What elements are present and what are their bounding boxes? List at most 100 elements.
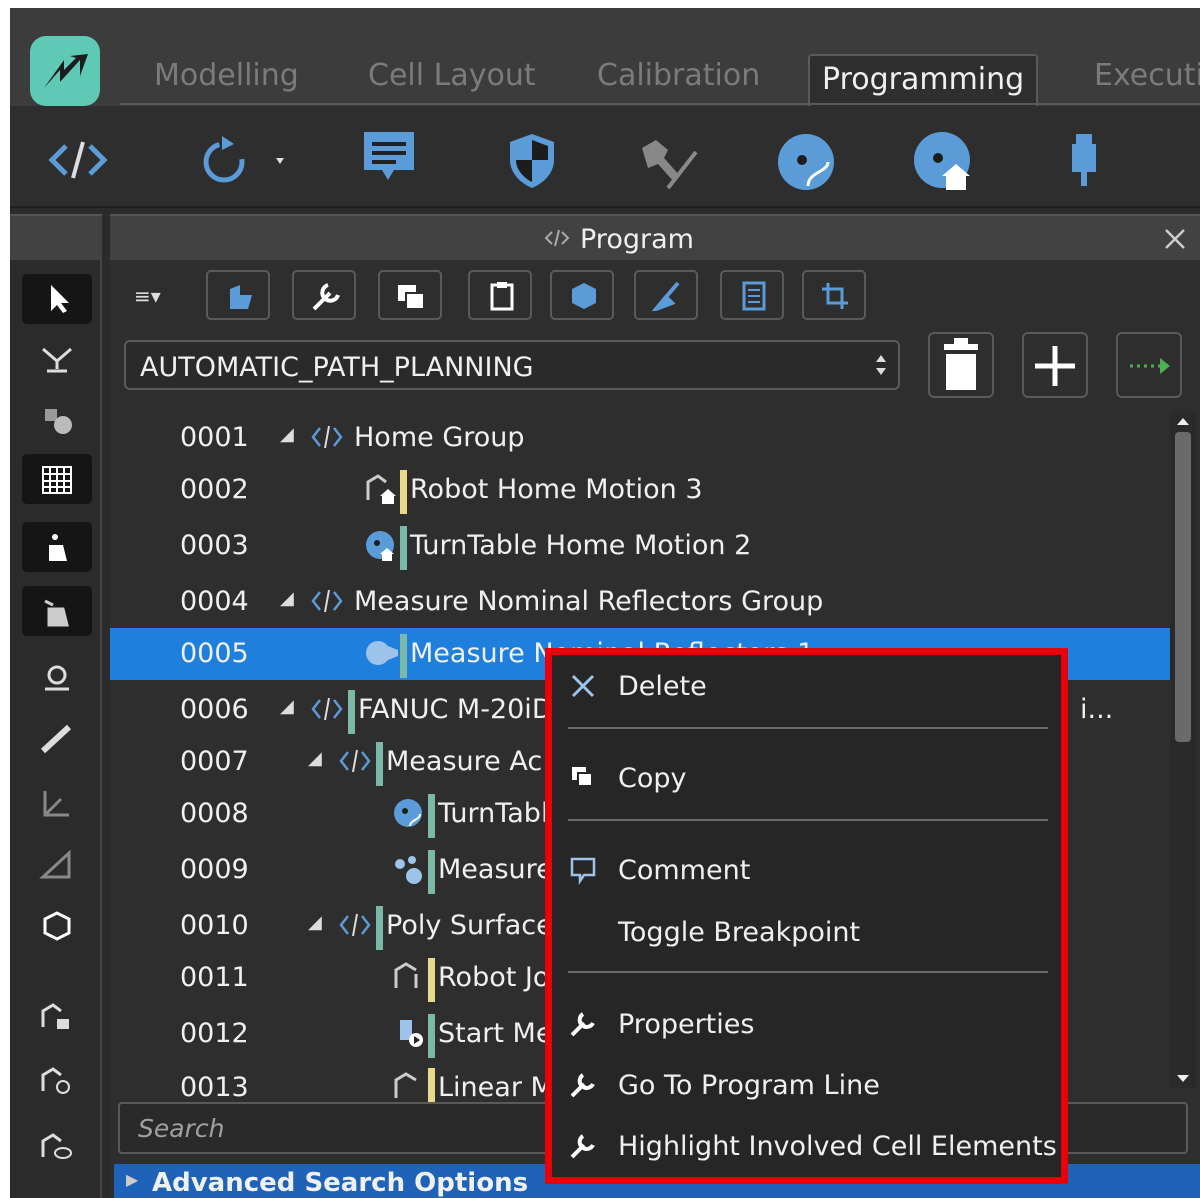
tab-cell-layout[interactable]: Cell Layout: [368, 58, 536, 93]
angle-icon: [39, 849, 71, 879]
group-code-icon: [310, 584, 344, 618]
delete-program-button[interactable]: [928, 332, 994, 398]
home-turntable-icon[interactable]: [912, 128, 976, 192]
menu-dropdown[interactable]: ≡▾: [134, 284, 161, 308]
crop-icon: [822, 283, 848, 309]
program-line[interactable]: 0002 Robot Home Motion 3: [110, 464, 1170, 516]
angle-tool[interactable]: [22, 840, 92, 890]
cube-tool[interactable]: [22, 902, 92, 952]
touch-tool[interactable]: [22, 522, 92, 572]
select-icon: [51, 285, 69, 313]
program-select-value: AUTOMATIC_PATH_PLANNING: [140, 352, 534, 383]
ruler-tool[interactable]: [22, 714, 92, 764]
menu-highlight-involved[interactable]: Highlight Involved Cell Elements: [552, 1121, 1061, 1171]
measure-dots-icon: [392, 852, 426, 886]
line-number: 0002: [180, 474, 249, 505]
axes-icon: [43, 791, 69, 817]
scroll-down-icon[interactable]: [1176, 1074, 1190, 1084]
type-color-bar: [400, 470, 407, 514]
menu-highlight-label: Highlight Involved Cell Elements: [618, 1131, 1057, 1162]
type-color-bar: [428, 958, 435, 1002]
objects-tool[interactable]: [22, 394, 92, 444]
tab-modelling[interactable]: Modelling: [154, 58, 299, 93]
tab-underline: [120, 103, 1200, 105]
tab-programming[interactable]: Programming: [808, 54, 1039, 106]
grid-tool[interactable]: [22, 454, 92, 504]
touch-alt-icon: [44, 599, 69, 627]
axes-tool[interactable]: [22, 778, 92, 828]
tree-scrollbar[interactable]: [1170, 412, 1196, 1088]
robot-lock-tool[interactable]: [22, 992, 92, 1042]
menu-copy[interactable]: Copy: [552, 753, 1061, 803]
paste-button[interactable]: [468, 270, 532, 320]
cube-button[interactable]: [550, 270, 614, 320]
tab-execution[interactable]: Executi: [1094, 58, 1200, 93]
line-number: 0006: [180, 694, 249, 725]
comment-icon[interactable]: [358, 128, 422, 192]
wrench-button[interactable]: [292, 270, 356, 320]
bird-tool[interactable]: [22, 334, 92, 384]
menu-copy-label: Copy: [618, 763, 687, 794]
touch-alt-tool[interactable]: [22, 586, 92, 636]
scrollbar-thumb[interactable]: [1175, 432, 1191, 742]
type-color-bar: [348, 690, 355, 734]
line-number: 0005: [180, 638, 249, 669]
expand-toggle-icon[interactable]: ◢: [280, 588, 294, 609]
select-tool[interactable]: [22, 274, 92, 324]
expand-toggle-icon[interactable]: ◢: [308, 748, 322, 769]
close-icon[interactable]: [1162, 226, 1188, 252]
line-label: Robot Home Motion 3: [410, 474, 703, 505]
app-logo: [30, 36, 100, 106]
list-button[interactable]: [720, 270, 784, 320]
menu-separator: [568, 727, 1048, 729]
expand-toggle-icon[interactable]: ◢: [280, 696, 294, 717]
copy-button[interactable]: [378, 270, 442, 320]
bird-icon: [42, 347, 72, 373]
code-icon[interactable]: [46, 128, 110, 192]
copy-icon: [398, 285, 425, 310]
line-number: 0012: [180, 1018, 249, 1049]
clean-button[interactable]: [634, 270, 698, 320]
run-program-button[interactable]: [1116, 332, 1182, 398]
shield-icon[interactable]: [500, 128, 564, 192]
expand-toggle-icon[interactable]: ◢: [280, 424, 294, 445]
add-program-button[interactable]: [1022, 332, 1088, 398]
expand-toggle-icon[interactable]: ◢: [308, 912, 322, 933]
menu-comment[interactable]: Comment: [552, 845, 1061, 895]
expand-icon: ▶: [126, 1170, 139, 1189]
robot-joint-icon: [392, 960, 426, 994]
menu-properties[interactable]: Properties: [552, 999, 1061, 1049]
program-line[interactable]: 0001 ◢ Home Group: [110, 412, 1170, 464]
type-color-bar: [376, 906, 383, 950]
grid-icon: [42, 466, 72, 494]
menu-toggle-breakpoint[interactable]: Toggle Breakpoint: [552, 907, 1061, 957]
wrench-icon: [570, 1012, 595, 1037]
probe-icon[interactable]: [1064, 128, 1128, 192]
line-label: Home Group: [354, 422, 525, 453]
menu-go-to-line-label: Go To Program Line: [618, 1070, 880, 1101]
scroll-up-icon[interactable]: [1176, 416, 1190, 426]
robot-home-icon: [364, 472, 398, 506]
menu-delete-label: Delete: [618, 671, 707, 702]
menu-delete[interactable]: Delete: [552, 661, 1061, 711]
crop-button[interactable]: [802, 270, 866, 320]
robot-icon[interactable]: [634, 128, 698, 192]
robot-eye-tool[interactable]: [22, 1122, 92, 1172]
left-toolbox-header: [10, 214, 102, 260]
type-color-bar: [376, 742, 383, 786]
turntable-icon[interactable]: [774, 128, 838, 192]
rotate-icon[interactable]: [194, 128, 284, 192]
touch-button[interactable]: [206, 270, 270, 320]
program-select[interactable]: AUTOMATIC_PATH_PLANNING: [124, 340, 900, 390]
group-code-icon: [338, 908, 372, 942]
tab-calibration[interactable]: Calibration: [597, 58, 760, 93]
program-line[interactable]: 0004 ◢ Measure Nominal Reflectors Group: [110, 576, 1170, 628]
robot-target-tool[interactable]: [22, 1056, 92, 1106]
menu-go-to-program-line[interactable]: Go To Program Line: [552, 1060, 1061, 1110]
robot-lock-icon: [41, 1003, 69, 1029]
plus-icon: [1035, 346, 1075, 386]
program-line[interactable]: 0003 TurnTable Home Motion 2: [110, 520, 1170, 572]
robot-target-icon: [41, 1067, 70, 1094]
location-tool[interactable]: [22, 654, 92, 704]
type-color-bar: [400, 634, 407, 678]
